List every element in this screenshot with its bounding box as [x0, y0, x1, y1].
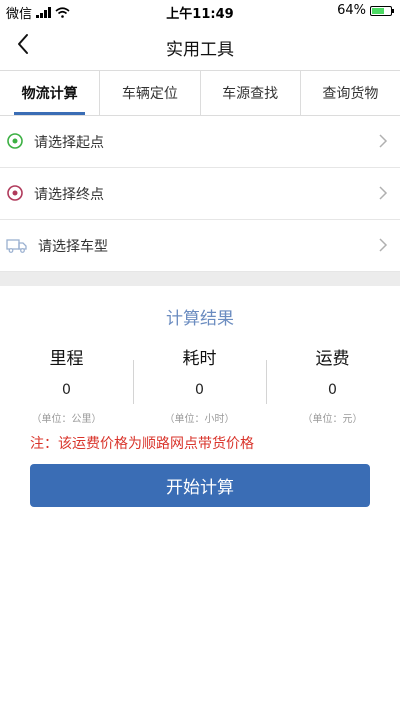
vehicle-type-select-row[interactable]: 请选择车型 [0, 220, 400, 272]
chevron-right-icon [379, 134, 388, 148]
duration-result: 耗时 0 （单位：小时） [133, 344, 266, 425]
vehicle-type-label: 请选择车型 [38, 239, 108, 255]
status-right: 64% [337, 3, 394, 18]
duration-value: 0 [195, 382, 204, 398]
tab-bar: 物流计算 车辆定位 车源查找 查询货物 [0, 70, 400, 116]
start-calculation-button[interactable]: 开始计算 [30, 464, 370, 507]
destination-dot-icon [7, 185, 23, 201]
freight-unit: （单位：元） [302, 414, 363, 425]
tab-logistics-calc[interactable]: 物流计算 [0, 71, 101, 115]
freight-value: 0 [328, 382, 337, 398]
section-separator [0, 272, 400, 286]
origin-dot-icon [7, 133, 23, 149]
distance-unit: （单位：公里） [31, 414, 102, 425]
status-bar: 微信 上午11:49 64% [0, 0, 400, 24]
tab-cargo-query[interactable]: 查询货物 [301, 71, 400, 115]
chevron-right-icon [379, 186, 388, 200]
tab-vehicle-location[interactable]: 车辆定位 [100, 71, 201, 115]
battery-percent: 64% [337, 3, 366, 18]
chevron-right-icon [379, 238, 388, 252]
freight-header: 运费 [315, 349, 350, 369]
distance-result: 里程 0 （单位：公里） [0, 344, 133, 425]
duration-unit: （单位：小时） [164, 414, 235, 425]
battery-icon [370, 5, 394, 16]
origin-label: 请选择起点 [34, 135, 104, 151]
duration-header: 耗时 [182, 349, 217, 369]
freight-note: 注：该运费价格为顺路网点带货价格 [30, 436, 254, 452]
truck-icon [6, 239, 27, 253]
page-title: 实用工具 [166, 40, 234, 60]
origin-select-row[interactable]: 请选择起点 [0, 116, 400, 168]
distance-value: 0 [62, 382, 71, 398]
navigation-bar: 实用工具 [0, 24, 400, 68]
result-title: 计算结果 [166, 309, 234, 329]
destination-label: 请选择终点 [34, 187, 104, 203]
tab-vehicle-search[interactable]: 车源查找 [201, 71, 301, 115]
distance-header: 里程 [49, 349, 84, 369]
destination-select-row[interactable]: 请选择终点 [0, 168, 400, 220]
freight-result: 运费 0 （单位：元） [266, 344, 399, 425]
